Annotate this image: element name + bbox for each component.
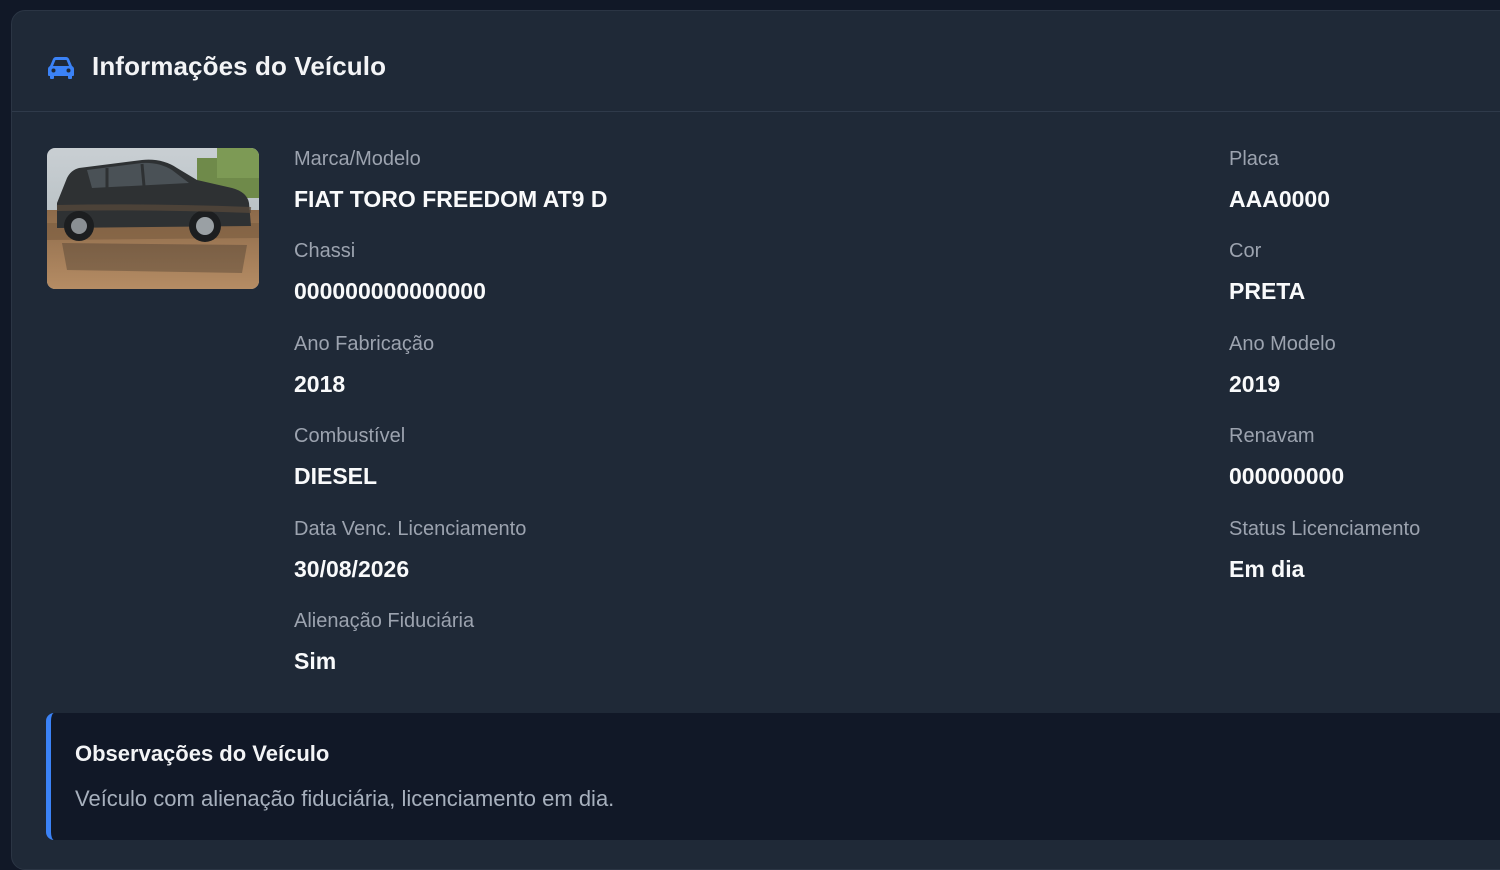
- field-alienacao-fiduciaria: Alienação Fiduciária Sim: [294, 609, 474, 675]
- field-renavam: Renavam 000000000: [1229, 424, 1344, 490]
- field-value: 2019: [1229, 371, 1281, 397]
- field-label: Cor: [1229, 240, 1262, 262]
- field-ano-fabricacao: Ano Fabricação 2018: [294, 332, 434, 398]
- field-ano-modelo: Ano Modelo 2019: [1229, 332, 1336, 398]
- field-chassi: Chassi 000000000000000: [294, 239, 486, 305]
- field-label: Ano Modelo: [1229, 333, 1336, 355]
- field-label: Renavam: [1229, 425, 1315, 447]
- field-value: DIESEL: [294, 463, 378, 489]
- field-marca-modelo: Marca/Modelo FIAT TORO FREEDOM AT9 D: [294, 147, 607, 213]
- field-label: Combustível: [294, 425, 406, 447]
- observations-box: Observações do Veículo Veículo com alien…: [46, 713, 1500, 840]
- field-combustivel: Combustível DIESEL: [294, 424, 405, 490]
- field-label: Alienação Fiduciária: [294, 610, 475, 632]
- car-icon: [48, 57, 74, 79]
- vehicle-info-card: Informações do Veículo Marca/Modelo FIAT…: [11, 10, 1500, 870]
- field-label: Placa: [1229, 148, 1280, 170]
- field-cor: Cor PRETA: [1229, 239, 1305, 305]
- field-value: Sim: [294, 648, 337, 674]
- field-label: Marca/Modelo: [294, 148, 421, 170]
- field-value: 000000000: [1229, 463, 1345, 489]
- observations-text: Veículo com alienação fiduciária, licenc…: [75, 786, 615, 811]
- field-value: AAA0000: [1229, 186, 1330, 212]
- observations-title: Observações do Veículo: [75, 741, 330, 766]
- field-value: 30/08/2026: [294, 556, 410, 582]
- card-title: Informações do Veículo: [92, 51, 387, 81]
- field-label: Status Licenciamento: [1229, 518, 1421, 540]
- field-placa: Placa AAA0000: [1229, 147, 1330, 213]
- field-label: Ano Fabricação: [294, 333, 435, 355]
- field-label: Chassi: [294, 240, 356, 262]
- field-value: 2018: [294, 371, 346, 397]
- field-status-licenciamento: Status Licenciamento Em dia: [1229, 517, 1420, 583]
- field-value: FIAT TORO FREEDOM AT9 D: [294, 186, 608, 212]
- field-value: PRETA: [1229, 278, 1306, 304]
- field-value: 000000000000000: [294, 278, 486, 304]
- vehicle-photo: [47, 148, 259, 289]
- field-data-venc-licenciamento: Data Venc. Licenciamento 30/08/2026: [294, 517, 526, 583]
- field-label: Data Venc. Licenciamento: [294, 518, 527, 540]
- field-value: Em dia: [1229, 556, 1305, 582]
- card-header: Informações do Veículo: [12, 11, 1500, 112]
